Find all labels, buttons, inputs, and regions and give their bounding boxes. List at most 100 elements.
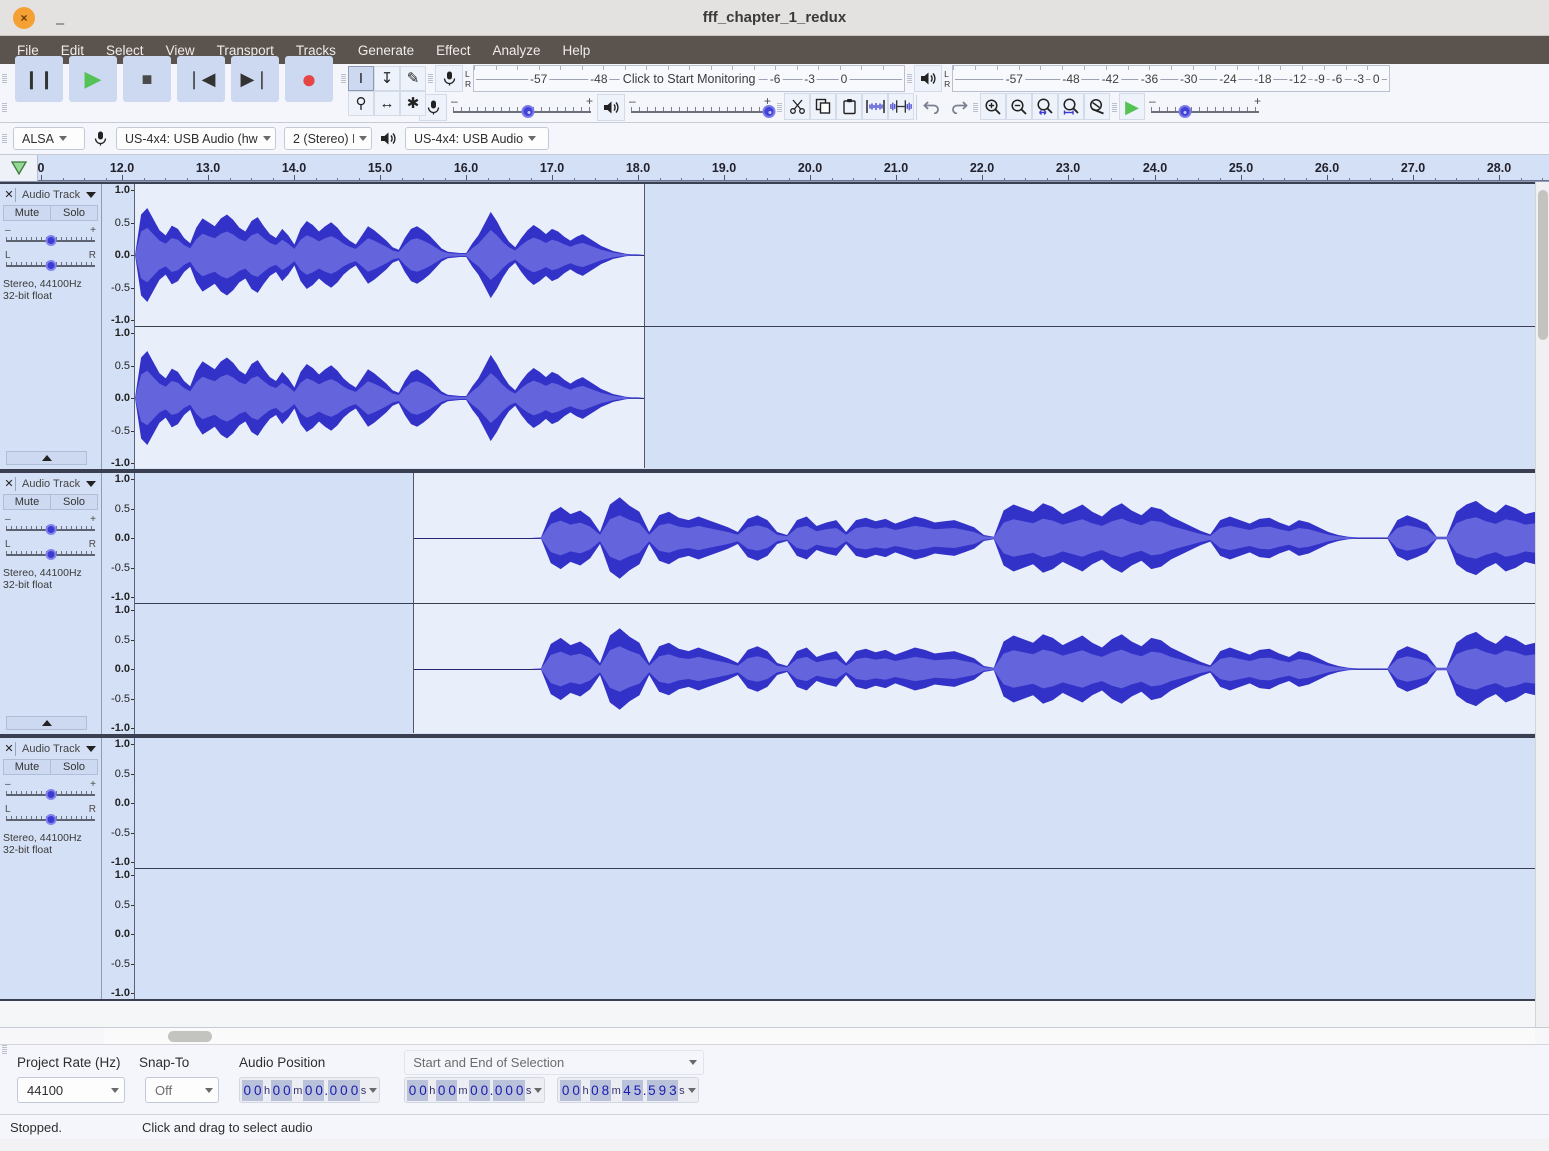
vertical-scrollbar[interactable] xyxy=(1535,182,1549,1027)
audio-position-digit[interactable]: 0 xyxy=(328,1079,339,1101)
track-channel-right[interactable] xyxy=(135,868,1549,998)
transport-toolbar-grip[interactable] xyxy=(0,64,9,93)
record-meter-scale[interactable]: -57-48-12-9-6-30Click to Start Monitorin… xyxy=(473,65,906,92)
draw-tool[interactable]: ✎ xyxy=(400,66,426,91)
pan-slider[interactable]: LR xyxy=(3,804,98,825)
track-name-menu[interactable]: Audio Track xyxy=(19,743,98,755)
horizontal-scrollbar-thumb[interactable] xyxy=(168,1031,212,1042)
menu-item-effect[interactable]: Effect xyxy=(425,39,481,62)
solo-button[interactable]: Solo xyxy=(51,759,98,775)
timeline-ruler[interactable]: 0 12.0 13.0 14.0 15.0 16.0 17.0 18.0 19.0 20.0 21.… xyxy=(38,155,1549,181)
close-icon[interactable]: ✕ xyxy=(3,741,16,756)
collapse-up-icon[interactable] xyxy=(6,451,87,465)
gain-slider-knob[interactable] xyxy=(45,524,56,535)
selection-tool[interactable]: I xyxy=(348,66,374,91)
audio-clip[interactable] xyxy=(413,604,1545,733)
selection-toolbar-grip[interactable] xyxy=(0,1045,9,1054)
track-name-menu[interactable]: Audio Track xyxy=(19,478,98,490)
fit-project-button[interactable] xyxy=(1058,93,1084,120)
audio-clip[interactable] xyxy=(135,327,644,468)
pan-slider-knob[interactable] xyxy=(45,814,56,825)
audio-position-digit[interactable]: 0 xyxy=(338,1079,350,1101)
selection-end-digit[interactable]: 8 xyxy=(600,1079,611,1101)
gain-slider-knob[interactable] xyxy=(45,789,56,800)
meter-toolbar-grip[interactable] xyxy=(426,64,435,93)
tools-row2-grip[interactable] xyxy=(0,93,9,122)
audio-position-digit[interactable]: 0 xyxy=(271,1079,282,1101)
selection-end-digit[interactable]: 0 xyxy=(589,1079,601,1101)
menu-item-generate[interactable]: Generate xyxy=(347,39,425,62)
audio-position-digit[interactable]: 0 xyxy=(281,1079,293,1101)
redo-button[interactable] xyxy=(945,93,971,120)
play-at-speed-grip[interactable] xyxy=(1110,93,1119,122)
track-channel-left[interactable] xyxy=(135,184,1549,326)
speaker-icon[interactable] xyxy=(597,94,625,121)
start-monitoring-label[interactable]: Click to Start Monitoring xyxy=(619,71,759,86)
selection-end-field[interactable]: 00h08m45.593s xyxy=(557,1077,699,1103)
playback-device-combo[interactable]: US-4x4: USB Audio xyxy=(405,127,549,150)
zoom-in-button[interactable] xyxy=(980,93,1006,120)
zoom-toolbar-grip[interactable] xyxy=(971,93,980,122)
selection-end-digit[interactable]: 5 xyxy=(646,1079,658,1101)
project-rate-combo[interactable]: 44100 xyxy=(17,1077,125,1103)
solo-button[interactable]: Solo xyxy=(51,205,98,221)
solo-button[interactable]: Solo xyxy=(51,494,98,510)
gain-slider-knob[interactable] xyxy=(45,235,56,246)
selection-mode-combo[interactable]: Start and End of Selection xyxy=(404,1049,705,1075)
selection-start-digit[interactable]: 0 xyxy=(446,1079,458,1101)
selection-start-digit[interactable]: 0 xyxy=(407,1079,418,1101)
audio-position-digit[interactable]: 0 xyxy=(242,1079,253,1101)
audio-position-digit[interactable]: 0 xyxy=(252,1079,264,1101)
zoom-tool[interactable]: ⚲ xyxy=(348,91,374,116)
playback-pin-icon[interactable] xyxy=(0,155,38,181)
pan-slider-knob[interactable] xyxy=(45,260,56,271)
selection-end-digit[interactable]: 9 xyxy=(657,1079,668,1101)
horizontal-scrollbar-track[interactable] xyxy=(104,1028,1535,1044)
close-icon[interactable]: ✕ xyxy=(3,187,16,202)
zoom-toggle-button[interactable] xyxy=(1084,93,1110,120)
selection-end-digit[interactable]: 0 xyxy=(560,1079,571,1101)
selection-start-digit[interactable]: 0 xyxy=(493,1079,504,1101)
minimize-icon[interactable]: – xyxy=(51,7,69,31)
collapse-up-icon[interactable] xyxy=(6,716,87,730)
track-channel-left[interactable] xyxy=(135,473,1549,603)
selection-start-digit[interactable]: 0 xyxy=(503,1079,515,1101)
pan-slider-knob[interactable] xyxy=(45,549,56,560)
menu-item-help[interactable]: Help xyxy=(551,39,601,62)
selection-start-field[interactable]: 00h00m00.000s xyxy=(404,1077,546,1103)
recording-volume-slider-knob[interactable] xyxy=(521,105,535,118)
track-channel-left[interactable] xyxy=(135,738,1549,868)
mute-button[interactable]: Mute xyxy=(3,759,51,775)
selection-start-digit[interactable]: 0 xyxy=(479,1079,490,1101)
edit-toolbar-grip[interactable] xyxy=(775,93,784,122)
track-name-menu[interactable]: Audio Track xyxy=(19,189,98,201)
play-meter-scale[interactable]: -57 -48 -42 -36 -30 -24 -18 -12 -9 -6 -3 0 xyxy=(952,65,1391,92)
envelope-tool[interactable]: ↧ xyxy=(374,66,400,91)
timeshift-tool[interactable]: ↔ xyxy=(374,91,400,116)
selection-start-digit[interactable]: 0 xyxy=(417,1079,429,1101)
cut-button[interactable] xyxy=(784,93,810,120)
audio-position-field[interactable]: 00h00m00.000s xyxy=(239,1077,381,1103)
close-icon[interactable]: ✕ xyxy=(3,476,16,491)
play-meter-button[interactable] xyxy=(914,65,943,92)
horizontal-scrollbar[interactable] xyxy=(0,1028,1549,1045)
playback-volume-slider-knob[interactable] xyxy=(762,105,776,118)
menu-item-analyze[interactable]: Analyze xyxy=(481,39,551,62)
device-toolbar-grip[interactable] xyxy=(0,134,9,143)
recording-device-combo[interactable]: US-4x4: USB Audio (hw xyxy=(116,127,276,150)
audio-position-digit[interactable]: 0 xyxy=(349,1079,360,1101)
pan-slider[interactable]: LR xyxy=(3,539,98,560)
pan-slider[interactable]: LR xyxy=(3,250,98,271)
undo-button[interactable] xyxy=(919,93,945,120)
recording-volume-slider[interactable]: – + xyxy=(447,94,597,121)
play-meter-grip[interactable] xyxy=(905,64,915,93)
selection-end-digit[interactable]: 0 xyxy=(570,1079,582,1101)
paste-button[interactable] xyxy=(836,93,862,120)
trim-audio-button[interactable] xyxy=(862,93,888,120)
gain-slider[interactable]: – + xyxy=(3,514,98,535)
play-speed-slider-knob[interactable] xyxy=(1178,105,1192,118)
gain-slider[interactable]: – + xyxy=(3,225,98,246)
audio-clip[interactable] xyxy=(413,473,1545,603)
play-speed-slider[interactable]: – + xyxy=(1145,94,1265,121)
multi-tool[interactable]: ✱ xyxy=(400,91,426,116)
